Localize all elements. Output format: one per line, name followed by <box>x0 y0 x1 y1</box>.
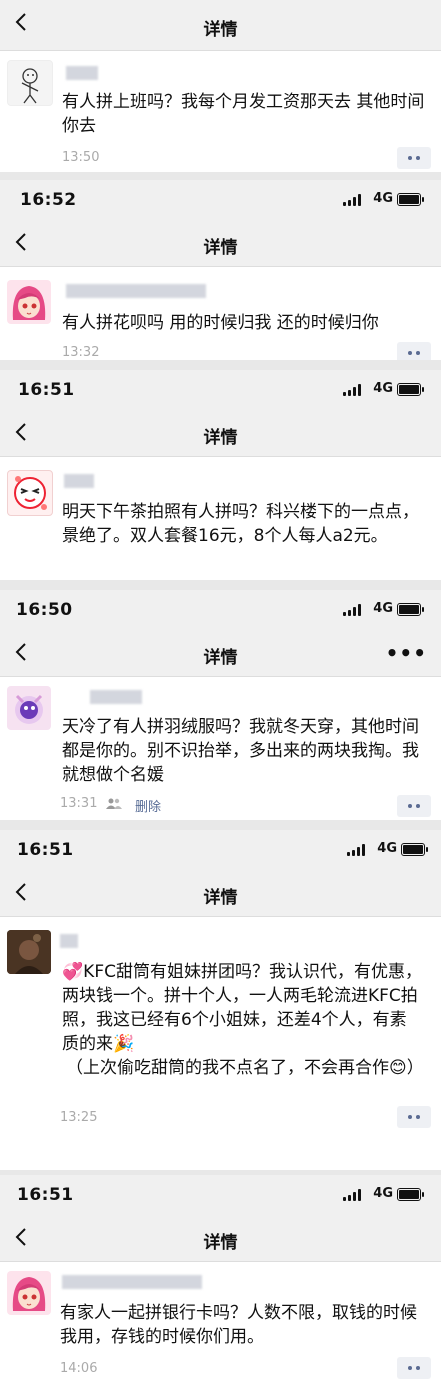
status-bar: 16:51 4G <box>0 370 441 410</box>
post-text: 有人拼花呗吗 用的时候归我 还的时候归你 <box>62 313 379 333</box>
post-text: 天冷了有人拼羽绒服吗？我就冬天穿，其他时间都是你的。别不识抬举，多出来的两块我掏… <box>62 717 419 785</box>
more-actions-button[interactable] <box>397 1106 431 1128</box>
nav-title: 详情 <box>203 428 238 448</box>
nav-bar: 详情 <box>0 220 441 267</box>
post-time: 13:25 <box>60 1110 98 1125</box>
post-text: 💞KFC甜筒有姐妹拼团吗？我认识代，有优惠，两块钱一个。拼十个人，一人两毛轮流进… <box>62 962 422 1054</box>
blurred-username <box>66 284 206 298</box>
post-text: 有家人一起拼银行卡吗？人数不限，取钱的时候我用，存钱的时候你们用。 <box>60 1303 417 1347</box>
nav-title: 详情 <box>203 648 238 668</box>
blurred-username <box>60 934 78 948</box>
post-3: 16:51 4G 详情 明天下午茶拍照有人拼吗？科兴楼下的一点点，景绝了。双人套… <box>0 370 441 580</box>
blurred-username <box>90 690 142 704</box>
status-bar: 16:50 4G <box>0 590 441 630</box>
more-icon[interactable]: ••• <box>386 641 427 665</box>
battery-icon <box>401 843 428 856</box>
post-2: 16:52 4G 详情 有人拼花呗吗 用的时候归我 还的时候归你 13:32 <box>0 180 441 360</box>
nav-title: 详情 <box>203 888 238 908</box>
battery-icon <box>397 193 424 206</box>
post-4: 16:50 4G 详情 ••• 天冷了有人拼羽绒服吗？我就冬天穿，其他时间都是你… <box>0 590 441 820</box>
more-actions-button[interactable] <box>397 147 431 169</box>
status-time: 16:52 <box>20 190 77 210</box>
status-time: 16:50 <box>16 600 73 620</box>
more-actions-button[interactable] <box>397 1357 431 1379</box>
nav-title: 详情 <box>203 20 238 40</box>
post-time: 13:31 <box>60 796 98 811</box>
post-text-note: （上次偷吃甜筒的我不点名了，不会再合作😊） <box>66 1058 424 1078</box>
network-label: 4G <box>373 381 393 396</box>
blurred-username <box>64 474 94 488</box>
signal-icon <box>343 604 363 616</box>
nav-bar: 详情 <box>0 1215 441 1262</box>
network-label: 4G <box>373 601 393 616</box>
status-bar: 16:52 4G <box>0 180 441 220</box>
more-actions-button[interactable] <box>397 342 431 360</box>
nav-bar: 详情 ••• <box>0 630 441 677</box>
network-label: 4G <box>373 191 393 206</box>
post-6: 16:51 4G 详情 有家人一起拼银行卡吗？人数不限，取钱的时候我用，存钱的时… <box>0 1175 441 1381</box>
status-time: 16:51 <box>17 1185 74 1205</box>
post-time: 13:32 <box>62 345 100 360</box>
blurred-username <box>66 66 98 80</box>
status-bar: 16:51 4G <box>0 830 441 870</box>
post-1: 详情 有人拼上班吗？我每个月发工资那天去 其他时间你去 13:50 <box>0 0 441 172</box>
signal-icon <box>343 1189 363 1201</box>
network-label: 4G <box>373 1186 393 1201</box>
post-time: 14:06 <box>60 1361 98 1376</box>
avatar[interactable] <box>7 280 51 324</box>
signal-icon <box>343 384 363 396</box>
avatar[interactable] <box>7 686 51 730</box>
avatar[interactable] <box>7 1271 51 1315</box>
network-label: 4G <box>377 841 397 856</box>
status-time: 16:51 <box>18 380 75 400</box>
nav-title: 详情 <box>203 238 238 258</box>
delete-link[interactable]: 删除 <box>135 796 161 815</box>
avatar[interactable] <box>7 470 53 516</box>
avatar[interactable] <box>7 930 51 974</box>
avatar[interactable] <box>7 60 53 106</box>
signal-icon <box>343 194 363 206</box>
post-time: 13:50 <box>62 150 100 165</box>
more-actions-button[interactable] <box>397 795 431 817</box>
post-text: 有人拼上班吗？我每个月发工资那天去 其他时间你去 <box>62 92 425 136</box>
friends-visibility-icon <box>106 798 122 809</box>
battery-icon <box>397 383 424 396</box>
signal-icon <box>347 844 367 856</box>
nav-title: 详情 <box>203 1233 238 1253</box>
battery-icon <box>397 603 424 616</box>
post-5: 16:51 4G 详情 💞KFC甜筒有姐妹拼团吗？我认识代，有优惠，两块钱一个。… <box>0 830 441 1170</box>
nav-bar: 详情 <box>0 0 441 51</box>
post-text: 明天下午茶拍照有人拼吗？科兴楼下的一点点，景绝了。双人套餐16元，8个人每人a2… <box>62 502 419 546</box>
status-time: 16:51 <box>17 840 74 860</box>
blurred-username <box>62 1275 202 1289</box>
status-bar: 16:51 4G <box>0 1175 441 1215</box>
nav-bar: 详情 <box>0 870 441 917</box>
battery-icon <box>397 1188 424 1201</box>
nav-bar: 详情 <box>0 410 441 457</box>
